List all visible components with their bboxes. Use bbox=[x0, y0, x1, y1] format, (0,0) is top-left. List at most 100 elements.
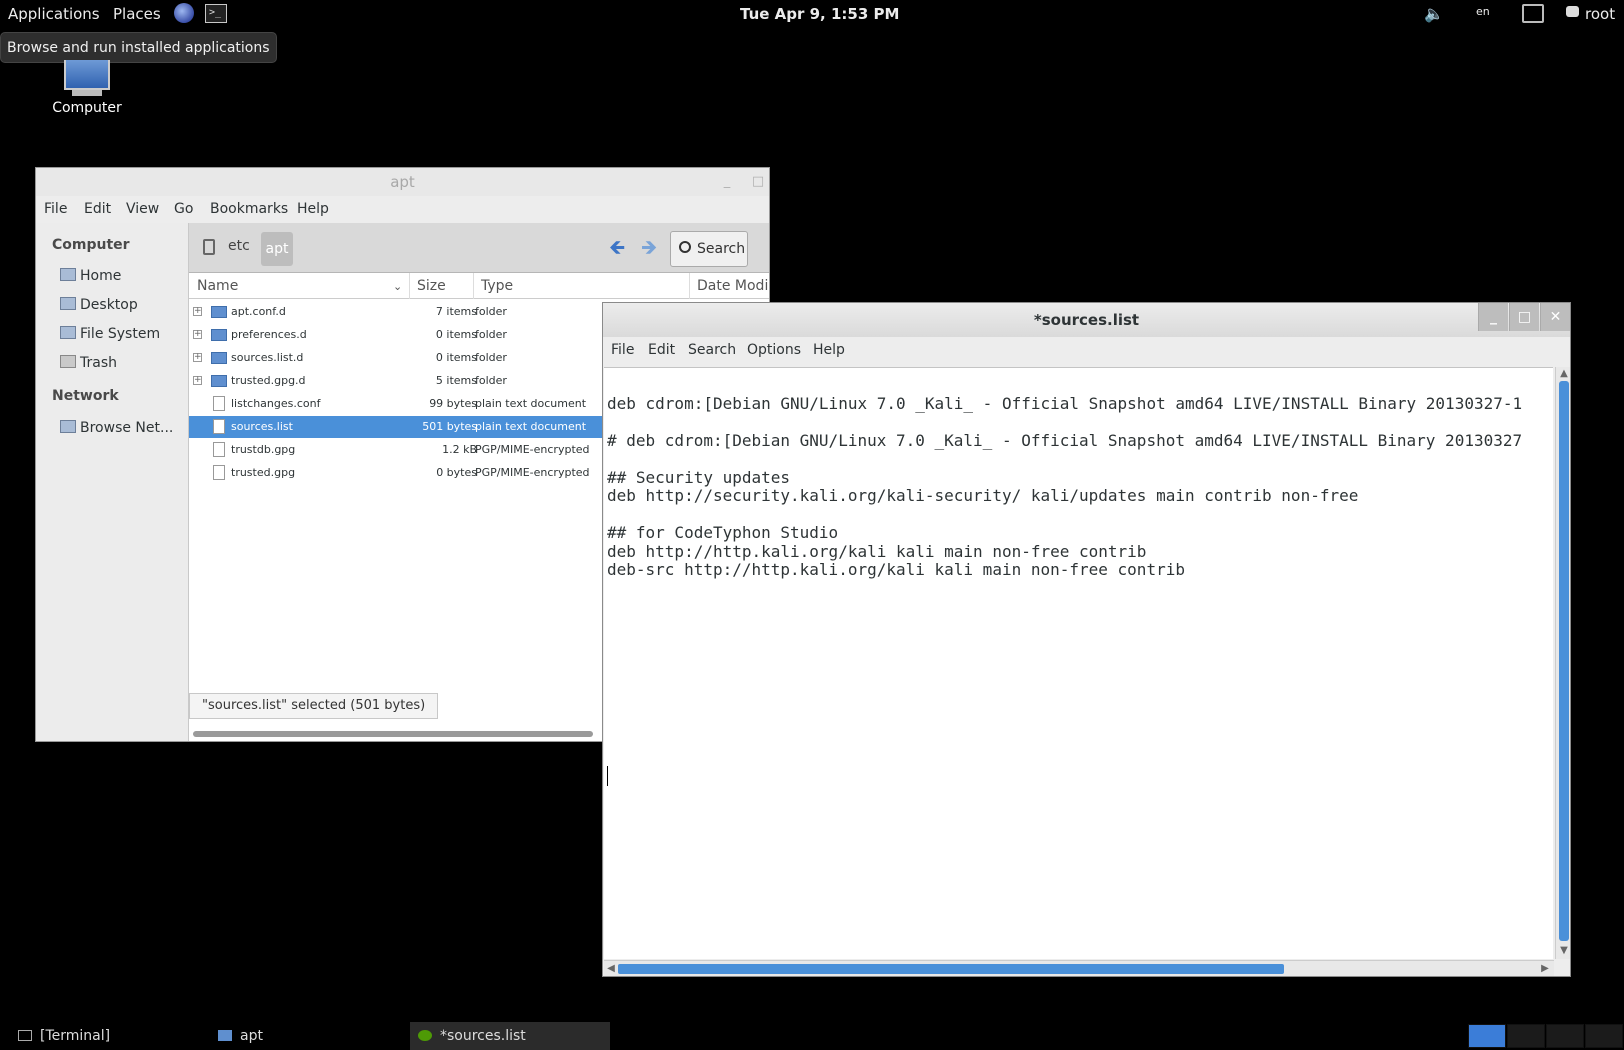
file-name: sources.list bbox=[231, 420, 293, 433]
menu-file[interactable]: File bbox=[44, 201, 67, 217]
places-menu[interactable]: Places bbox=[113, 5, 161, 23]
editor-title: *sources.list bbox=[1033, 311, 1140, 329]
editor-minimize-button[interactable]: _ bbox=[1478, 303, 1508, 331]
task-label: apt bbox=[240, 1028, 263, 1044]
breadcrumb-apt[interactable]: apt bbox=[261, 232, 293, 266]
file-size: 501 bytes bbox=[422, 420, 477, 433]
editor-vertical-scrollbar[interactable]: ▲ ▼ bbox=[1555, 367, 1570, 959]
editor-maximize-button[interactable]: □ bbox=[1509, 303, 1539, 331]
file-type: folder bbox=[475, 351, 507, 364]
desktop-computer-icon[interactable]: Computer bbox=[52, 60, 122, 116]
search-icon bbox=[679, 241, 691, 253]
file-size: 1.2 kB bbox=[442, 443, 477, 456]
terminal-icon bbox=[18, 1030, 32, 1041]
scroll-up-arrow-icon[interactable]: ▲ bbox=[1558, 368, 1570, 380]
web-browser-launcher-icon[interactable] bbox=[174, 3, 194, 23]
text-editor-window: *sources.list _ □ ✕ File Edit Search Opt… bbox=[602, 302, 1571, 977]
menu-bookmarks[interactable]: Bookmarks bbox=[210, 201, 288, 217]
column-header-name[interactable]: Name bbox=[197, 278, 238, 294]
menu-help[interactable]: Help bbox=[297, 201, 329, 217]
file-manager-titlebar[interactable]: apt _ □ ✕ bbox=[36, 168, 769, 196]
horizontal-scrollbar[interactable] bbox=[193, 731, 593, 737]
menu-go[interactable]: Go bbox=[174, 201, 193, 217]
sidebar-item-file-system[interactable]: File System bbox=[60, 326, 160, 348]
user-menu[interactable]: root bbox=[1585, 5, 1615, 23]
sidebar-item-desktop[interactable]: Desktop bbox=[60, 297, 138, 319]
search-button[interactable]: Search bbox=[670, 231, 748, 267]
folder-icon bbox=[211, 329, 227, 341]
editor-menu-search[interactable]: Search bbox=[688, 342, 736, 358]
editor-menubar: File Edit Search Options Help bbox=[603, 337, 1570, 367]
drive-icon bbox=[60, 326, 76, 339]
editor-menu-edit[interactable]: Edit bbox=[648, 342, 675, 358]
expand-icon[interactable]: + bbox=[193, 307, 202, 316]
workspace-1[interactable] bbox=[1468, 1024, 1506, 1048]
back-arrow-icon[interactable]: 🡸 bbox=[609, 237, 631, 257]
editor-text-area[interactable]: deb cdrom:[Debian GNU/Linux 7.0 _Kali_ -… bbox=[604, 367, 1553, 959]
expand-icon[interactable]: + bbox=[193, 353, 202, 362]
expand-icon[interactable]: + bbox=[193, 376, 202, 385]
editor-line: ## for CodeTyphon Studio bbox=[607, 523, 839, 543]
sidebar-item-home[interactable]: Home bbox=[60, 268, 121, 290]
applications-tooltip: Browse and run installed applications bbox=[0, 32, 277, 63]
horizontal-scroll-thumb[interactable] bbox=[618, 964, 1284, 974]
editor-horizontal-scrollbar[interactable]: ◀ ▶ bbox=[604, 960, 1554, 976]
menu-view[interactable]: View bbox=[126, 201, 159, 217]
editor-menu-help[interactable]: Help bbox=[813, 342, 845, 358]
editor-line: ## Security updates bbox=[607, 468, 791, 487]
file-manager-menubar: File Edit View Go Bookmarks Help bbox=[36, 196, 769, 223]
file-type: plain text document bbox=[475, 397, 587, 410]
chat-icon[interactable] bbox=[1566, 6, 1579, 17]
root-drive-icon[interactable] bbox=[203, 239, 215, 255]
workspace-4[interactable] bbox=[1585, 1024, 1623, 1048]
scroll-left-arrow-icon[interactable]: ◀ bbox=[605, 963, 617, 975]
task-sources-list[interactable]: *sources.list bbox=[410, 1022, 610, 1050]
scroll-down-arrow-icon[interactable]: ▼ bbox=[1558, 945, 1570, 957]
file-name: sources.list.d bbox=[231, 351, 304, 364]
status-bar: "sources.list" selected (501 bytes) bbox=[189, 693, 439, 719]
task-terminal[interactable]: [Terminal] bbox=[18, 1022, 198, 1050]
volume-muted-icon[interactable]: 🔈 bbox=[1424, 4, 1446, 24]
home-icon bbox=[60, 268, 76, 281]
column-header-date-modified[interactable]: Date Modi bbox=[697, 278, 768, 294]
workspace-switcher bbox=[1468, 1024, 1624, 1048]
editor-menu-options[interactable]: Options bbox=[747, 342, 801, 358]
breadcrumb-etc[interactable]: etc bbox=[228, 238, 250, 254]
column-divider[interactable] bbox=[409, 273, 410, 299]
file-size: 0 items bbox=[435, 328, 477, 341]
file-name: apt.conf.d bbox=[231, 305, 286, 318]
column-header-type[interactable]: Type bbox=[481, 278, 513, 294]
editor-close-button[interactable]: ✕ bbox=[1540, 303, 1570, 331]
editor-line: deb http://security.kali.org/kali-securi… bbox=[607, 486, 1359, 506]
keyboard-layout-indicator[interactable]: en bbox=[1476, 5, 1490, 18]
workspace-2[interactable] bbox=[1507, 1024, 1545, 1048]
clock[interactable]: Tue Apr 9, 1:53 PM bbox=[740, 5, 899, 23]
editor-titlebar[interactable]: *sources.list _ □ ✕ bbox=[603, 303, 1570, 337]
file-icon bbox=[213, 419, 225, 434]
sidebar-item-browse-network[interactable]: Browse Net... bbox=[60, 420, 173, 442]
sidebar-item-trash[interactable]: Trash bbox=[60, 355, 117, 377]
expand-icon[interactable]: + bbox=[193, 330, 202, 339]
column-header-size[interactable]: Size bbox=[417, 278, 446, 294]
workspace-3[interactable] bbox=[1546, 1024, 1584, 1048]
file-icon bbox=[213, 442, 225, 457]
editor-line: deb-src http://http.kali.org/kali kali m… bbox=[607, 560, 1185, 579]
network-icon[interactable] bbox=[1522, 4, 1544, 23]
vertical-scroll-thumb[interactable] bbox=[1559, 381, 1569, 941]
editor-line: deb cdrom:[Debian GNU/Linux 7.0 _Kali_ -… bbox=[607, 394, 1523, 414]
forward-arrow-icon[interactable]: 🡺 bbox=[641, 237, 663, 257]
editor-menu-file[interactable]: File bbox=[611, 342, 634, 358]
menu-edit[interactable]: Edit bbox=[84, 201, 111, 217]
file-icon bbox=[213, 465, 225, 480]
maximize-button[interactable]: □ bbox=[750, 174, 766, 190]
file-manager-title: apt bbox=[390, 173, 415, 191]
desktop-computer-label: Computer bbox=[52, 100, 122, 116]
file-type: PGP/MIME-encrypted bbox=[475, 443, 590, 456]
column-divider[interactable] bbox=[689, 273, 690, 299]
scroll-right-arrow-icon[interactable]: ▶ bbox=[1539, 963, 1551, 975]
minimize-button[interactable]: _ bbox=[719, 174, 735, 190]
applications-menu[interactable]: Applications bbox=[8, 5, 100, 23]
task-apt[interactable]: apt bbox=[218, 1022, 398, 1050]
terminal-launcher-icon[interactable]: >_ bbox=[205, 4, 227, 23]
column-divider[interactable] bbox=[473, 273, 474, 299]
